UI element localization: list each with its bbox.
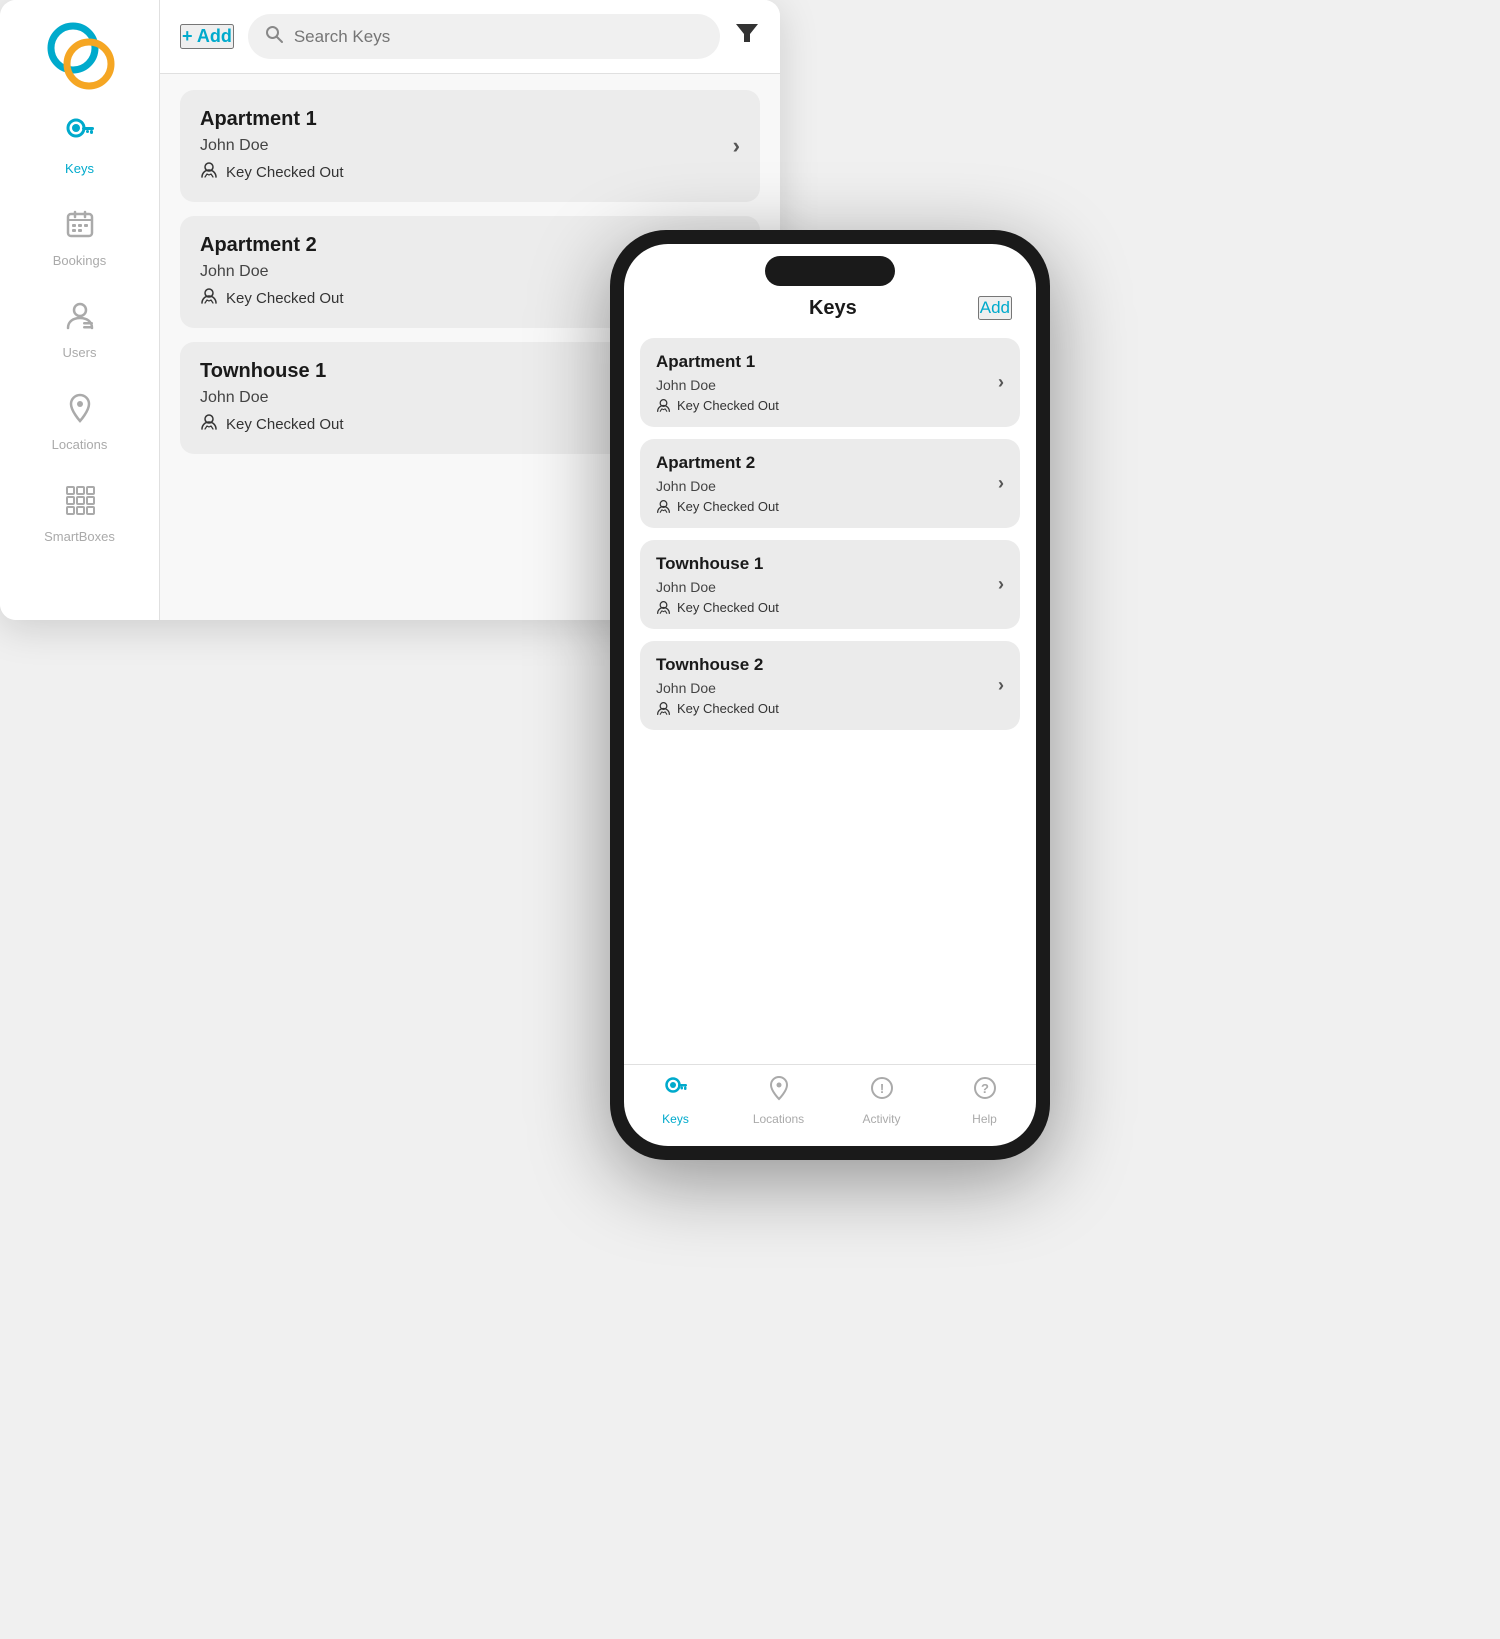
keys-icon	[64, 116, 96, 155]
search-icon	[264, 24, 284, 49]
phone-key-card-3[interactable]: Townhouse 2 John Doe Key Checked Out ›	[640, 641, 1020, 730]
key-card-title-1: Apartment 2	[200, 234, 344, 257]
svg-text:!: !	[879, 1081, 883, 1096]
phone-key-card-info-2: Townhouse 1 John Doe Key Checked Out	[656, 554, 779, 615]
phone-nav-activity-icon: !	[869, 1075, 895, 1108]
phone-key-user-2: John Doe	[656, 579, 779, 595]
sidebar: Keys Bookings	[0, 0, 160, 620]
phone-nav-help[interactable]: ? Help	[933, 1075, 1036, 1126]
phone-title: Keys	[688, 297, 978, 320]
key-status-text-2: Key Checked Out	[226, 416, 344, 433]
sidebar-item-users[interactable]: Users	[0, 284, 159, 376]
phone-key-card-info-0: Apartment 1 John Doe Key Checked Out	[656, 352, 779, 413]
phone-key-status-3: Key Checked Out	[656, 701, 779, 716]
phone-bottom-nav: Keys Locations	[624, 1064, 1036, 1146]
phone-nav-keys[interactable]: Keys	[624, 1075, 727, 1126]
phone-chevron-0: ›	[998, 372, 1004, 393]
phone-key-title-3: Townhouse 2	[656, 655, 779, 675]
phone-key-card-2[interactable]: Townhouse 1 John Doe Key Checked Out ›	[640, 540, 1020, 629]
phone-add-button[interactable]: Add	[978, 296, 1012, 320]
users-icon	[64, 300, 96, 339]
phone-key-status-text-2: Key Checked Out	[677, 600, 779, 615]
bookings-icon	[64, 208, 96, 247]
phone-key-title-1: Apartment 2	[656, 453, 779, 473]
key-status-text-0: Key Checked Out	[226, 164, 344, 181]
phone-nav-locations-label: Locations	[753, 1112, 804, 1126]
app-logo	[45, 20, 115, 90]
checkout-icon-0	[200, 161, 218, 184]
key-card-info-0: Apartment 1 John Doe Key Checked Out	[200, 108, 344, 184]
phone-nav-help-label: Help	[972, 1112, 997, 1126]
phone-screen: Keys Add Apartment 1 John Doe	[624, 244, 1036, 1146]
key-status-text-1: Key Checked Out	[226, 290, 344, 307]
locations-icon	[64, 392, 96, 431]
phone-key-user-3: John Doe	[656, 680, 779, 696]
phone-key-status-text-1: Key Checked Out	[677, 499, 779, 514]
phone-nav-help-icon: ?	[972, 1075, 998, 1108]
phone-nav-locations[interactable]: Locations	[727, 1075, 830, 1126]
phone-nav-locations-icon	[766, 1075, 792, 1108]
phone-key-user-0: John Doe	[656, 377, 779, 393]
top-bar: + Add	[160, 0, 780, 74]
smartboxes-icon	[64, 484, 96, 523]
filter-icon[interactable]	[734, 20, 760, 53]
sidebar-label-locations: Locations	[52, 437, 108, 452]
phone-key-status-text-3: Key Checked Out	[677, 701, 779, 716]
svg-text:?: ?	[981, 1081, 989, 1096]
key-card-user-1: John Doe	[200, 263, 344, 281]
phone-key-status-0: Key Checked Out	[656, 398, 779, 413]
key-card-status-0: Key Checked Out	[200, 161, 344, 184]
checkout-icon-2	[200, 413, 218, 436]
key-card-user-2: John Doe	[200, 389, 344, 407]
phone-chevron-1: ›	[998, 473, 1004, 494]
search-bar	[248, 14, 720, 59]
phone-checkout-icon-3	[656, 701, 671, 716]
phone-key-title-0: Apartment 1	[656, 352, 779, 372]
checkout-icon-1	[200, 287, 218, 310]
phone-nav-activity-label: Activity	[862, 1112, 900, 1126]
phone-key-card-info-1: Apartment 2 John Doe Key Checked Out	[656, 453, 779, 514]
phone-key-status-text-0: Key Checked Out	[677, 398, 779, 413]
phone-key-card-0[interactable]: Apartment 1 John Doe Key Checked Out ›	[640, 338, 1020, 427]
phone-chevron-2: ›	[998, 574, 1004, 595]
phone-nav-keys-icon	[663, 1075, 689, 1108]
sidebar-item-locations[interactable]: Locations	[0, 376, 159, 468]
phone-nav-activity[interactable]: ! Activity	[830, 1075, 933, 1126]
phone-checkout-icon-2	[656, 600, 671, 615]
phone-nav-keys-label: Keys	[662, 1112, 689, 1126]
phone-notch	[765, 256, 895, 286]
sidebar-item-smartboxes[interactable]: SmartBoxes	[0, 468, 159, 560]
phone-checkout-icon-0	[656, 398, 671, 413]
phone-checkout-icon-1	[656, 499, 671, 514]
phone-key-status-1: Key Checked Out	[656, 499, 779, 514]
sidebar-item-bookings[interactable]: Bookings	[0, 192, 159, 284]
sidebar-label-smartboxes: SmartBoxes	[44, 529, 115, 544]
phone-key-card-info-3: Townhouse 2 John Doe Key Checked Out	[656, 655, 779, 716]
key-card-status-2: Key Checked Out	[200, 413, 344, 436]
key-card-user-0: John Doe	[200, 137, 344, 155]
key-card-title-0: Apartment 1	[200, 108, 344, 131]
chevron-right-0: ›	[733, 133, 740, 159]
phone-frame: Keys Add Apartment 1 John Doe	[610, 230, 1050, 1160]
key-card-info-2: Townhouse 1 John Doe Key Checked Out	[200, 360, 344, 436]
phone-key-title-2: Townhouse 1	[656, 554, 779, 574]
sidebar-item-keys[interactable]: Keys	[0, 100, 159, 192]
phone-key-user-1: John Doe	[656, 478, 779, 494]
phone-key-card-1[interactable]: Apartment 2 John Doe Key Checked Out ›	[640, 439, 1020, 528]
sidebar-label-bookings: Bookings	[53, 253, 106, 268]
key-card-info-1: Apartment 2 John Doe Key Checked Out	[200, 234, 344, 310]
key-card-title-2: Townhouse 1	[200, 360, 344, 383]
key-card-status-1: Key Checked Out	[200, 287, 344, 310]
phone-header: Keys Add	[624, 286, 1036, 330]
phone-key-status-2: Key Checked Out	[656, 600, 779, 615]
phone-container: Keys Add Apartment 1 John Doe	[610, 230, 1050, 1160]
search-input[interactable]	[294, 27, 704, 47]
phone-chevron-3: ›	[998, 675, 1004, 696]
sidebar-label-users: Users	[63, 345, 97, 360]
desktop-key-card-0[interactable]: Apartment 1 John Doe Key Checked Out	[180, 90, 760, 202]
phone-keys-list: Apartment 1 John Doe Key Checked Out ›	[624, 330, 1036, 1064]
add-button[interactable]: + Add	[180, 24, 234, 49]
sidebar-label-keys: Keys	[65, 161, 94, 176]
